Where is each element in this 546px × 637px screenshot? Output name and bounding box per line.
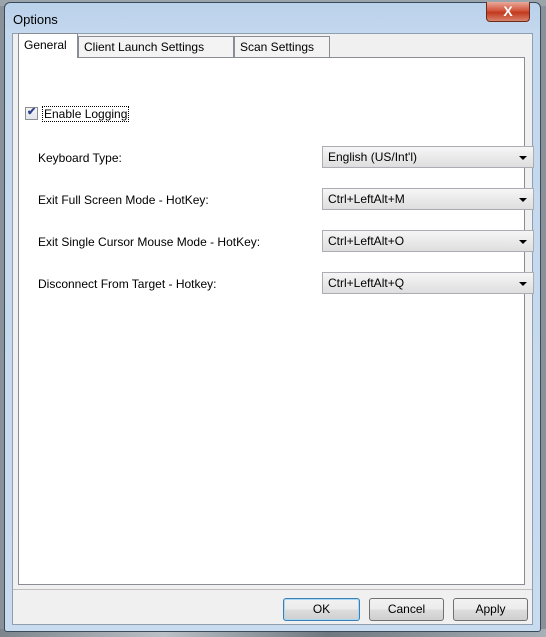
checkmark-icon: ✔: [27, 106, 37, 118]
dialog-title: Options: [13, 12, 58, 27]
apply-button[interactable]: Apply: [453, 598, 528, 621]
enable-logging-label[interactable]: Enable Logging: [42, 106, 130, 122]
exit-full-screen-hotkey-value: Ctrl+LeftAlt+M: [328, 192, 405, 206]
keyboard-type-value: English (US/Int'l): [328, 150, 417, 164]
ok-button[interactable]: OK: [283, 598, 360, 621]
chevron-down-icon: [519, 282, 527, 286]
checkbox-box[interactable]: ✔: [25, 106, 38, 120]
chevron-down-icon: [519, 198, 527, 202]
tab-label: General: [24, 38, 67, 52]
exit-single-cursor-hotkey-label: Exit Single Cursor Mouse Mode - HotKey:: [38, 235, 261, 249]
chevron-down-icon: [519, 240, 527, 244]
tab-scan-settings[interactable]: Scan Settings: [234, 36, 330, 57]
cancel-button[interactable]: Cancel: [369, 598, 444, 621]
chevron-down-icon: [519, 156, 527, 160]
keyboard-type-label: Keyboard Type:: [38, 151, 122, 165]
disconnect-target-hotkey-value: Ctrl+LeftAlt+Q: [328, 276, 405, 290]
general-tab-panel: [18, 57, 525, 585]
exit-single-cursor-hotkey-select[interactable]: Ctrl+LeftAlt+O: [322, 230, 534, 252]
tab-label: Scan Settings: [240, 40, 315, 54]
tab-client-launch-settings[interactable]: Client Launch Settings: [78, 36, 234, 57]
exit-full-screen-hotkey-select[interactable]: Ctrl+LeftAlt+M: [322, 188, 534, 210]
close-icon: X: [503, 3, 513, 19]
close-button[interactable]: X: [486, 2, 530, 22]
tab-label: Client Launch Settings: [84, 40, 205, 54]
footer-divider: [13, 589, 532, 590]
dialog-client-area: General Client Launch Settings Scan Sett…: [12, 33, 534, 625]
exit-single-cursor-hotkey-value: Ctrl+LeftAlt+O: [328, 234, 405, 248]
disconnect-target-hotkey-select[interactable]: Ctrl+LeftAlt+Q: [322, 272, 534, 294]
options-dialog: Options X General Client Launch Settings…: [4, 2, 541, 632]
tab-general[interactable]: General: [18, 33, 78, 58]
disconnect-target-hotkey-label: Disconnect From Target - Hotkey:: [38, 277, 217, 291]
exit-full-screen-hotkey-label: Exit Full Screen Mode - HotKey:: [38, 193, 209, 207]
keyboard-type-select[interactable]: English (US/Int'l): [322, 146, 534, 168]
